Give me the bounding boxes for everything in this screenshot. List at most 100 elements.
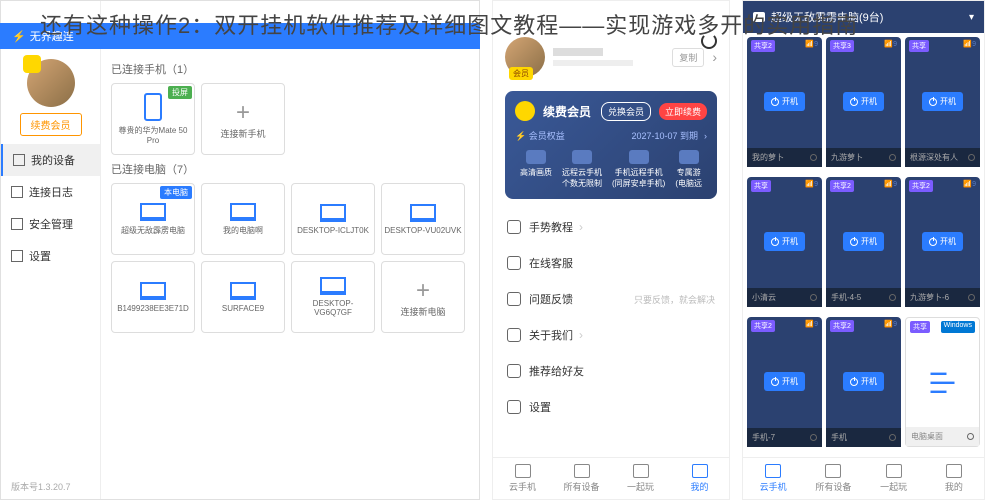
this-pc-tag: 本电脑 (160, 186, 192, 199)
nav-icon (692, 464, 708, 478)
power-button[interactable]: 开机 (843, 372, 884, 391)
nav-item[interactable]: 一起玩 (611, 464, 670, 493)
cloud-device-card[interactable]: 共享📶9开机小清云 (747, 177, 822, 307)
power-button[interactable]: 开机 (922, 92, 963, 111)
pc-icon (230, 203, 256, 221)
nav-item[interactable]: 所有设备 (803, 464, 863, 493)
device-card-pc[interactable]: B1499238EE3E71D (111, 261, 195, 333)
more-icon[interactable] (967, 433, 974, 440)
power-button[interactable]: 开机 (843, 92, 884, 111)
crown-icon (23, 55, 41, 73)
cloud-device-card[interactable]: 共享3📶9开机九游萝卜 (826, 37, 901, 167)
pc-icon (410, 204, 436, 222)
sidebar-item-security[interactable]: 安全管理 (1, 208, 100, 240)
device-card-pc[interactable]: +连接新电脑 (381, 261, 465, 333)
device-name: DESKTOP-VU02UVK (382, 226, 463, 235)
device-card-pc[interactable]: 我的电脑啊 (201, 183, 285, 255)
nav-item[interactable]: 我的 (670, 464, 729, 493)
chevron-right-icon: › (579, 220, 583, 234)
signal-icon: 📶9 (963, 180, 976, 192)
share-tag: 共享 (909, 40, 929, 52)
power-button[interactable]: 开机 (843, 232, 884, 251)
renew-member-button[interactable]: 续费会员 (20, 113, 82, 136)
device-card-phone[interactable]: 投屏尊贵的华为Mate 50 Pro (111, 83, 195, 155)
more-icon[interactable] (889, 434, 896, 441)
member-feature: 远程云手机 个数无限制 (562, 150, 602, 189)
menu-item[interactable]: 推荐给好友 (493, 353, 729, 389)
cloud-device-card[interactable]: 共享2📶9开机手机 (826, 317, 901, 447)
feature-label: 远程云手机 个数无限制 (562, 167, 602, 189)
cloud-device-card[interactable]: 共享2📶9开机我的萝卜 (747, 37, 822, 167)
menu-label: 推荐给好友 (529, 363, 584, 379)
menu-label: 问题反馈 (529, 291, 573, 307)
power-button[interactable]: 开机 (764, 92, 805, 111)
menu-item[interactable]: 关于我们› (493, 317, 729, 353)
avatar (27, 59, 75, 107)
more-icon[interactable] (810, 294, 817, 301)
device-name: SURFACE9 (220, 304, 266, 313)
feature-icon (572, 150, 592, 164)
nav-label: 我的 (690, 480, 708, 493)
feature-icon (679, 150, 699, 164)
menu-label: 在线客服 (529, 255, 573, 271)
more-icon[interactable] (889, 294, 896, 301)
nav-item[interactable]: 云手机 (493, 464, 552, 493)
avatar: 会员 (505, 37, 545, 77)
nav-icon (515, 464, 531, 478)
power-icon (850, 378, 858, 386)
nav-item[interactable]: 一起玩 (864, 464, 924, 493)
device-card-pc[interactable]: 本电脑超级无敌霹雳电脑 (111, 183, 195, 255)
plus-icon: + (236, 99, 250, 127)
sidebar-item-logs[interactable]: 连接日志 (1, 176, 100, 208)
power-button[interactable]: 开机 (764, 372, 805, 391)
cloud-device-card[interactable]: 共享📶9开机根源深处有人 (905, 37, 980, 167)
device-card-pc[interactable]: DESKTOP-VU02UVK (381, 183, 465, 255)
menu-label: 手势教程 (529, 219, 573, 235)
cloud-device-card[interactable]: 共享2📶9开机手机-7 (747, 317, 822, 447)
more-icon[interactable] (968, 154, 975, 161)
exchange-button[interactable]: 兑换会员 (601, 102, 651, 121)
nav-label: 云手机 (509, 480, 536, 493)
pc-icon (230, 282, 256, 300)
device-name: 九游萝卜-6 (910, 292, 949, 303)
user-avatar-box[interactable]: 续费会员 (1, 51, 100, 144)
device-card-phone[interactable]: +连接新手机 (201, 83, 285, 155)
device-card-pc[interactable]: DESKTOP-VG6Q7GF (291, 261, 375, 333)
share-tag: 共享2 (751, 40, 775, 52)
nav-item[interactable]: 所有设备 (552, 464, 611, 493)
share-tag: 共享2 (830, 180, 854, 192)
renew-button[interactable]: 立即续费 (659, 103, 707, 120)
device-card-pc[interactable]: DESKTOP-ICLJT0K (291, 183, 375, 255)
lightning-icon: ⚡ (12, 30, 26, 43)
device-name: 尊贵的华为Mate 50 Pro (112, 125, 194, 145)
cloud-device-card[interactable]: 共享2📶9开机九游萝卜-6 (905, 177, 980, 307)
nav-item[interactable]: 云手机 (743, 464, 803, 493)
page-title: 还有这种操作2：双开挂机软件推荐及详细图文教程——实现游戏多开的实用指南 (40, 8, 985, 40)
version-label: 版本号1.3.20.7 (1, 474, 100, 499)
nav-item[interactable]: 我的 (924, 464, 984, 493)
cloud-device-card[interactable]: 共享2📶9开机手机-4-5 (826, 177, 901, 307)
power-button[interactable]: 开机 (922, 232, 963, 251)
menu-item[interactable]: 手势教程 › (493, 209, 729, 245)
more-icon[interactable] (889, 154, 896, 161)
device-name: 超级无敌霹雳电脑 (119, 225, 187, 236)
menu-item[interactable]: 设置 (493, 389, 729, 425)
device-card-pc[interactable]: SURFACE9 (201, 261, 285, 333)
power-icon (850, 238, 858, 246)
device-name: 手机-7 (752, 432, 775, 443)
menu-item[interactable]: 在线客服 (493, 245, 729, 281)
nav-label: 一起玩 (627, 480, 654, 493)
sidebar-item-devices[interactable]: 我的设备 (1, 144, 100, 176)
more-icon[interactable] (810, 154, 817, 161)
menu-item[interactable]: 问题反馈只要反馈，就会解决 (493, 281, 729, 317)
power-button[interactable]: 开机 (764, 232, 805, 251)
copy-button[interactable]: 复制 (672, 48, 704, 67)
sidebar-item-settings[interactable]: 设置 (1, 240, 100, 272)
member-card[interactable]: 续费会员 兑换会员 立即续费 ⚡ 会员权益 2027-10-07 到期 › 高清… (505, 91, 717, 199)
power-icon (929, 238, 937, 246)
more-icon[interactable] (810, 434, 817, 441)
menu-icon (507, 364, 521, 378)
nav-icon (886, 464, 902, 478)
cloud-device-card[interactable]: 共享Windows▬▬▬▬▬▬▬电脑桌面 (905, 317, 980, 447)
more-icon[interactable] (968, 294, 975, 301)
